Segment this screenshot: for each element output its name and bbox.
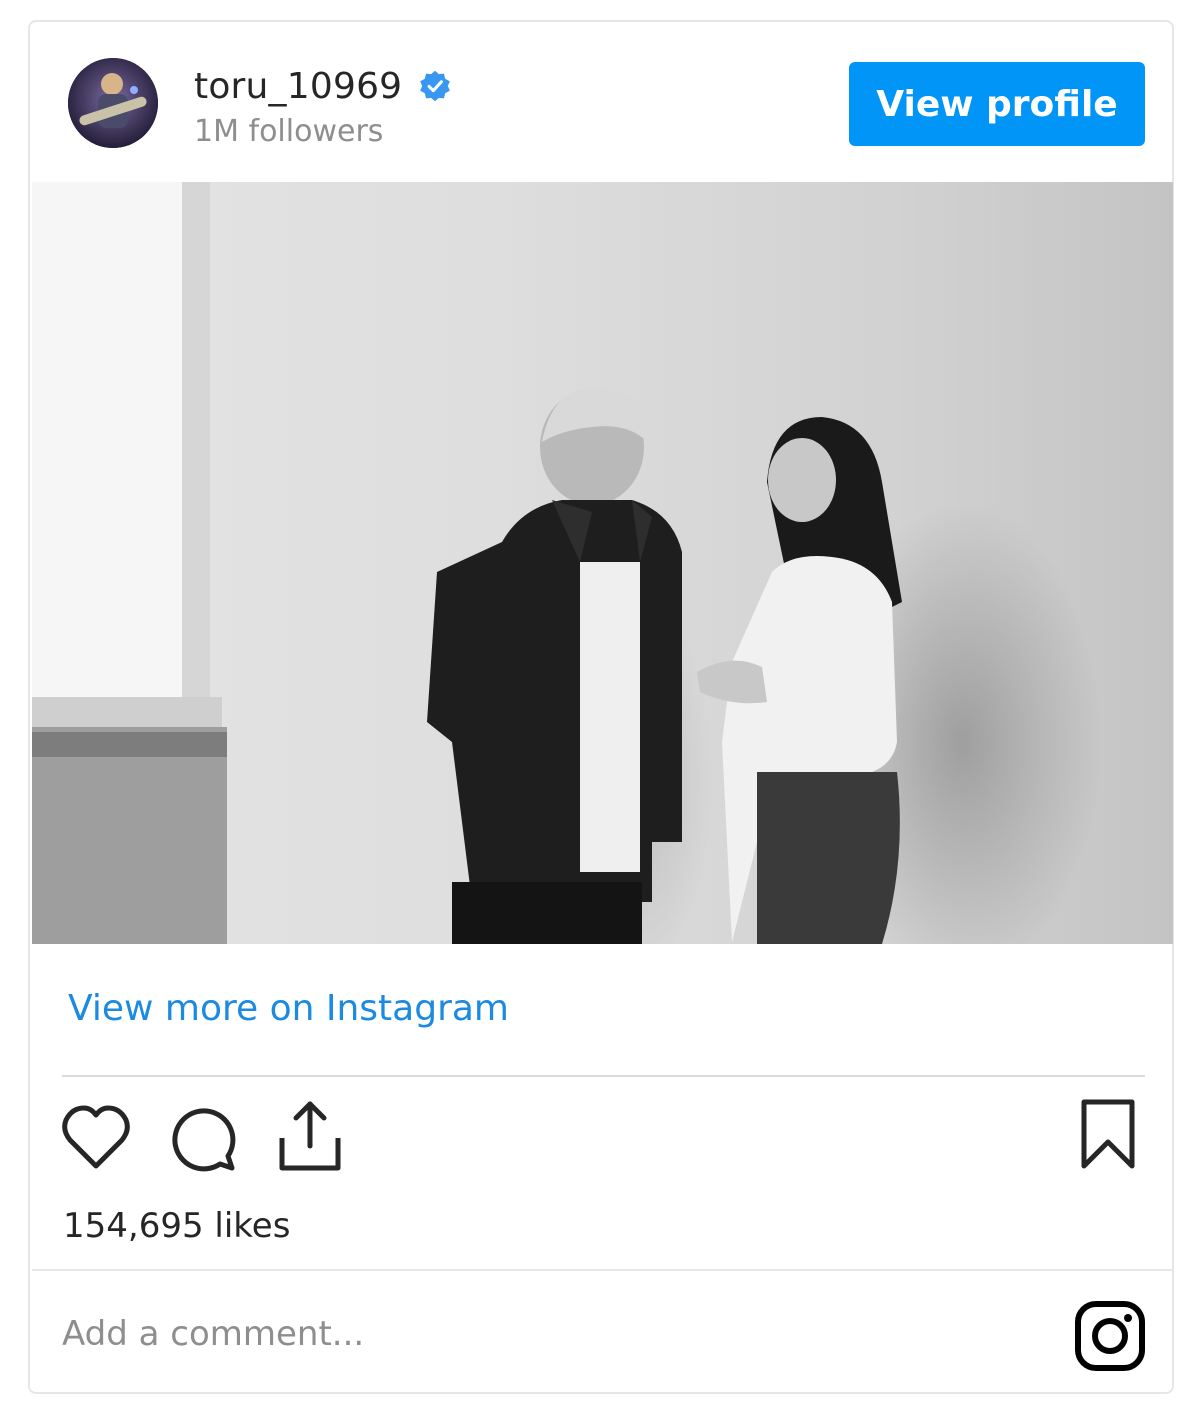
instagram-embed-card: toru_10969 1M followers View profile Vie… <box>28 20 1174 1394</box>
share-icon[interactable] <box>276 1098 344 1174</box>
avatar[interactable] <box>68 58 158 148</box>
post-header: toru_10969 1M followers View profile <box>30 22 1172 182</box>
comment-bubble-icon[interactable] <box>168 1104 238 1174</box>
divider <box>32 1269 1173 1271</box>
username[interactable]: toru_10969 <box>194 66 402 107</box>
view-more-link[interactable]: View more on Instagram <box>68 988 509 1029</box>
username-row: toru_10969 <box>194 66 452 107</box>
view-profile-button[interactable]: View profile <box>849 62 1145 146</box>
followers-count: 1M followers <box>194 114 384 149</box>
likes-count: 154,695 likes <box>63 1206 291 1246</box>
instagram-icon[interactable] <box>1074 1300 1146 1372</box>
bookmark-icon[interactable] <box>1078 1098 1138 1172</box>
divider <box>62 1075 1145 1077</box>
heart-icon[interactable] <box>60 1104 132 1172</box>
comment-input[interactable]: Add a comment... <box>62 1314 364 1354</box>
post-image[interactable] <box>32 182 1173 944</box>
verified-badge-icon <box>420 70 451 102</box>
